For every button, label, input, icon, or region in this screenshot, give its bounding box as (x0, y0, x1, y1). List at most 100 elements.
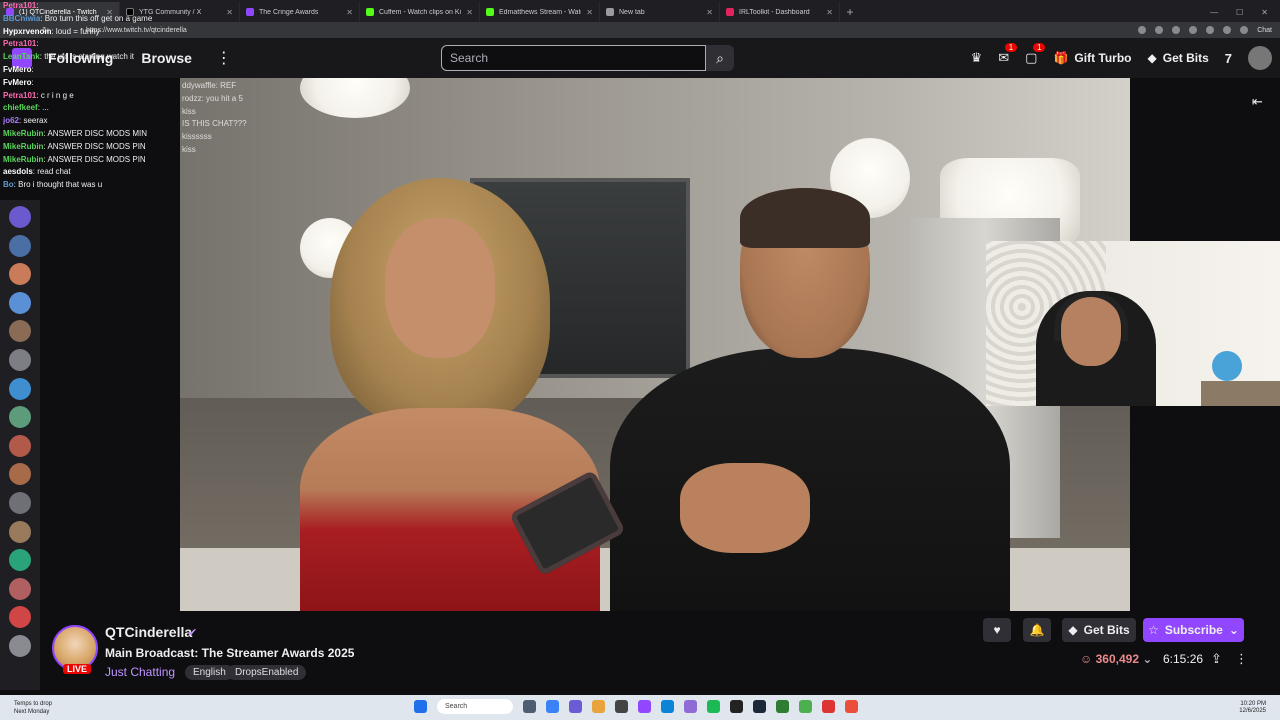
task-view-icon[interactable] (523, 700, 536, 713)
taskbar-search[interactable]: Search (437, 699, 513, 714)
chevron-down-icon[interactable]: ⌄ (1142, 652, 1152, 666)
chat-username[interactable]: chiefkeef (3, 103, 38, 112)
minimize-icon[interactable]: — (1210, 8, 1218, 17)
tab-cuffem-kick[interactable]: Cuffem - Watch clips on Kick ✕ (360, 2, 480, 22)
close-window-icon[interactable]: ✕ (1261, 8, 1268, 17)
chat-username[interactable]: MikeRubin (3, 129, 43, 138)
system-clock[interactable]: 10:20 PM 12/6/2025 (1239, 701, 1266, 715)
chat-username[interactable]: jo62 (3, 116, 19, 125)
get-bits-top-button[interactable]: ◆ Get Bits (1148, 51, 1209, 65)
extension-icon[interactable] (1223, 26, 1232, 34)
chat-username[interactable]: FvMero (3, 65, 31, 74)
app-icon[interactable] (638, 700, 651, 713)
windows-start-icon[interactable] (414, 700, 427, 713)
followed-channel-avatar[interactable] (9, 263, 31, 286)
chat-message: LeanTank: the ufc is starting watch it (3, 52, 135, 62)
tab-edmatthews-stream[interactable]: Edmatthews Stream - Watch Live ✕ (480, 2, 600, 22)
channel-info-bar: LIVE QTCinderella ✔ Main Broadcast: The … (40, 611, 1280, 695)
file-explorer-icon[interactable] (592, 700, 605, 713)
chat-username[interactable]: Hypxrvenom (3, 27, 51, 36)
chat-username[interactable]: MikeRubin (3, 142, 43, 151)
more-menu-icon[interactable]: ⋮ (216, 48, 232, 68)
category-link[interactable]: Just Chatting (105, 665, 175, 679)
expand-chat-icon[interactable]: ⇤ (1252, 94, 1263, 110)
app-icon[interactable] (822, 700, 835, 713)
inbox-icon[interactable]: ✉ 1 (998, 43, 1018, 66)
app-icon[interactable] (615, 700, 628, 713)
notifications-bell-icon[interactable]: 🔔 (1023, 618, 1051, 642)
followed-channel-avatar[interactable] (9, 206, 31, 228)
chat-username[interactable]: Bo (3, 180, 14, 189)
gift-turbo-button[interactable]: 🎁 Gift Turbo (1053, 51, 1131, 65)
followed-channel-avatar[interactable] (9, 377, 31, 400)
tag-dropsenabled[interactable]: DropsEnabled (227, 665, 307, 680)
get-bits-button[interactable]: ◆ Get Bits (1062, 618, 1136, 642)
followed-channel-avatar[interactable] (9, 348, 31, 371)
followed-channel-avatar[interactable] (9, 406, 31, 429)
tab-cringe-awards[interactable]: The Cringe Awards ✕ (240, 2, 360, 22)
edge-icon[interactable] (661, 700, 674, 713)
chat-username[interactable]: Petra101 (3, 91, 36, 100)
chat-text: Bro turn this off get on a game (44, 13, 153, 23)
new-tab-plus-icon[interactable]: + (840, 2, 860, 22)
app-icon[interactable] (569, 700, 582, 713)
close-tab-icon[interactable]: ✕ (586, 8, 593, 17)
extension-icon[interactable] (1189, 26, 1198, 34)
channel-name[interactable]: QTCinderella (105, 624, 192, 640)
followed-channel-avatar[interactable] (9, 291, 31, 314)
search-input[interactable]: Search (441, 45, 706, 71)
spotify-icon[interactable] (707, 700, 720, 713)
chat-username[interactable]: aesdols (3, 167, 33, 176)
followed-channel-avatar[interactable] (9, 234, 31, 257)
close-tab-icon[interactable]: ✕ (346, 8, 353, 17)
subscribe-button[interactable]: ☆ Subscribe ⌄ (1143, 618, 1244, 642)
chat-username[interactable]: LeanTank (3, 52, 40, 61)
prime-crown-icon[interactable]: ♛ (971, 50, 983, 66)
followed-channel-avatar[interactable] (9, 634, 31, 657)
app-icon[interactable] (546, 700, 559, 713)
followed-channel-avatar[interactable] (9, 434, 31, 457)
followed-channel-avatar[interactable] (9, 463, 31, 486)
close-tab-icon[interactable]: ✕ (466, 8, 473, 17)
followed-channel-avatar[interactable] (9, 549, 31, 572)
extension-icon[interactable] (1206, 26, 1215, 34)
chat-username[interactable]: MikeRubin (3, 155, 43, 164)
extension-icon[interactable] (1155, 26, 1164, 34)
maximize-icon[interactable]: ☐ (1236, 8, 1243, 17)
app-icon[interactable] (684, 700, 697, 713)
extension-icon[interactable] (1138, 26, 1147, 34)
search-icon[interactable]: ⌕ (706, 45, 734, 71)
followed-channel-avatar[interactable] (9, 520, 31, 543)
tab-irltoolkit[interactable]: IRLToolkit - Dashboard ✕ (720, 2, 840, 22)
followed-channel-avatar[interactable] (9, 606, 31, 629)
close-tab-icon[interactable]: ✕ (826, 8, 833, 17)
user-avatar[interactable] (1248, 46, 1272, 70)
video-chat-line: IS THIS CHAT??? (182, 119, 247, 129)
steam-icon[interactable] (753, 700, 766, 713)
chat-text: ANSWER DISC MODS PIN (47, 154, 146, 164)
app-icon[interactable] (776, 700, 789, 713)
chrome-icon[interactable] (845, 700, 858, 713)
share-icon[interactable]: ⇪ (1211, 651, 1222, 667)
chat-username[interactable]: Petra101 (3, 1, 36, 10)
followed-channel-avatar[interactable] (9, 577, 31, 600)
more-options-icon[interactable]: ⋮ (1235, 651, 1248, 667)
close-tab-icon[interactable]: ✕ (706, 8, 713, 17)
chat-username[interactable]: BBCniwia (3, 14, 40, 23)
whispers-icon[interactable]: ▢ 1 (1025, 43, 1046, 66)
app-icon[interactable] (730, 700, 743, 713)
app-icon[interactable] (799, 700, 812, 713)
followed-channel-avatar[interactable] (9, 320, 31, 343)
profile-icon[interactable] (1240, 26, 1249, 34)
close-tab-icon[interactable]: ✕ (226, 8, 233, 17)
chat-username[interactable]: FvMero (3, 78, 31, 87)
extension-icon[interactable] (1172, 26, 1181, 34)
chat-extension-label[interactable]: Chat (1257, 27, 1272, 34)
weather-widget[interactable]: Temps to drop Next Monday (0, 700, 120, 716)
follow-heart-icon[interactable]: ♥ (983, 618, 1011, 642)
followed-channel-avatar[interactable] (9, 491, 31, 514)
seventv-icon[interactable]: 7 (1225, 51, 1232, 66)
browser-tab-bar: (1) QTCinderella - Twitch ✕ YTG Communit… (0, 0, 1280, 22)
chat-username[interactable]: Petra101 (3, 39, 36, 48)
tab-new-tab[interactable]: New tab ✕ (600, 2, 720, 22)
